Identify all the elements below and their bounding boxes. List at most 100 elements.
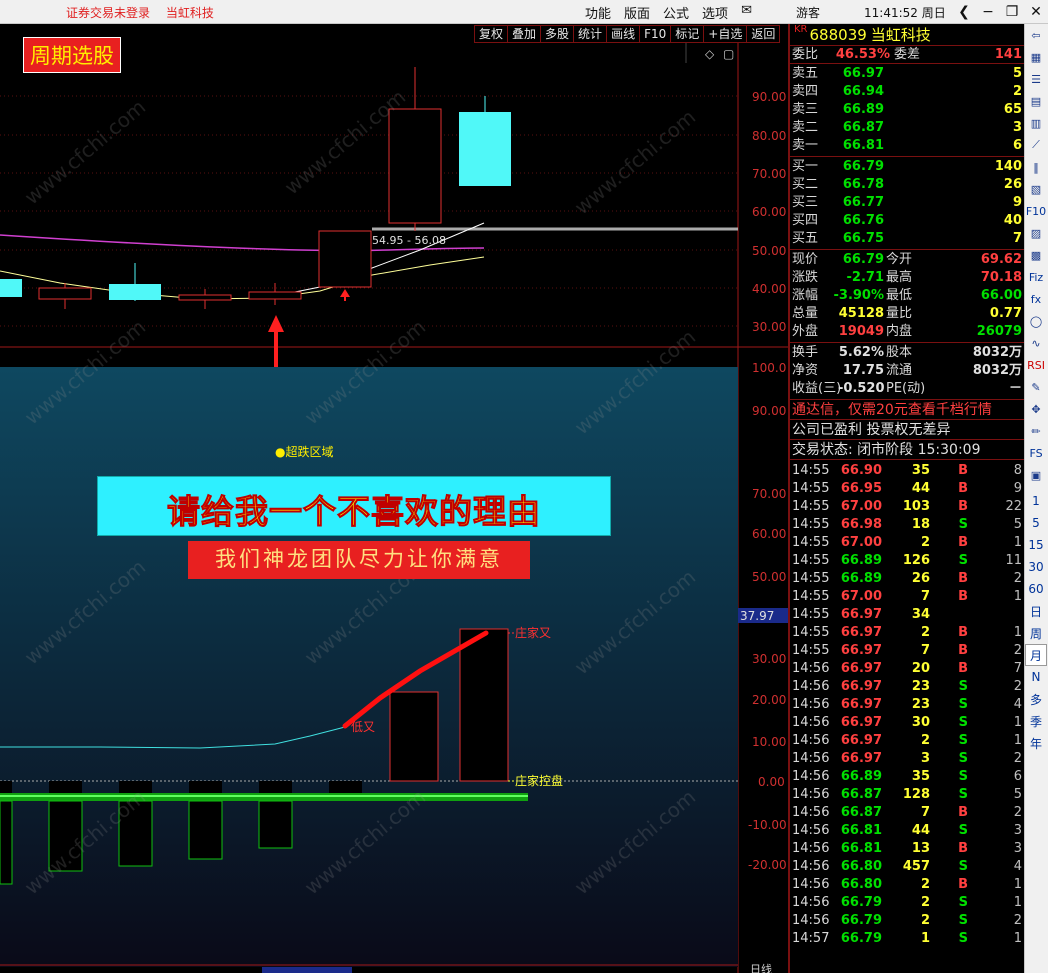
- candle-icon[interactable]: ‖: [1025, 156, 1047, 178]
- close-icon[interactable]: ✕: [1024, 0, 1048, 23]
- bid-price: 66.78: [842, 177, 884, 192]
- candle: [248, 291, 302, 300]
- tick-count: 4: [1013, 859, 1022, 874]
- bid-row[interactable]: 买三 66.77 9: [790, 194, 1024, 212]
- bid-row[interactable]: 买一 66.79 140: [790, 158, 1024, 176]
- menu-formula[interactable]: 公式: [663, 3, 689, 22]
- candle: [38, 287, 92, 300]
- line-chart-icon[interactable]: ⟋: [1025, 134, 1047, 156]
- bookmark-icon[interactable]: ▩: [1025, 244, 1047, 266]
- minimize-icon[interactable]: −: [976, 0, 1000, 23]
- tick-list[interactable]: 14:55 66.90 35 B 8 14:55 66.95 44 B 9 14:55 67.00 10…: [790, 460, 1024, 948]
- report-icon[interactable]: ▨: [1025, 222, 1047, 244]
- tick-time: 14:55: [792, 589, 830, 604]
- menu-options[interactable]: 选项: [702, 3, 728, 22]
- tick-volume: 44: [911, 823, 930, 838]
- tick-volume: 1: [920, 931, 930, 946]
- menu-layout[interactable]: 版面: [624, 3, 650, 22]
- btn-f10[interactable]: F10: [640, 25, 672, 43]
- grid-icon[interactable]: ▦: [1025, 46, 1047, 68]
- tick-volume: 2: [920, 535, 930, 550]
- table-icon[interactable]: ▧: [1025, 178, 1047, 200]
- period-年[interactable]: 年: [1025, 732, 1047, 754]
- btn-add-watchlist[interactable]: +自选: [704, 25, 748, 43]
- period-日[interactable]: 日: [1025, 600, 1047, 622]
- period-N[interactable]: N: [1025, 666, 1047, 688]
- fundamental-label: 净资: [792, 363, 819, 378]
- window-icon[interactable]: ▣: [1025, 464, 1047, 486]
- tick-side: S: [958, 679, 968, 694]
- tick-row: 14:56 66.97 30 S 1: [790, 714, 1024, 732]
- tick-count: 3: [1013, 823, 1022, 838]
- fx-icon[interactable]: fx: [1025, 288, 1047, 310]
- rsi-icon[interactable]: RSI: [1025, 354, 1047, 376]
- login-status[interactable]: 证券交易未登录: [66, 6, 150, 20]
- ask-row[interactable]: 卖四 66.94 2: [790, 83, 1024, 101]
- price-tick: 30.00: [752, 320, 786, 334]
- stat-label: 量比: [886, 306, 913, 321]
- menu-function[interactable]: 功能: [585, 3, 611, 22]
- btn-draw-line[interactable]: 画线: [607, 25, 641, 43]
- pulse-icon[interactable]: ∿: [1025, 332, 1047, 354]
- doc-icon[interactable]: ▤: [1025, 90, 1047, 112]
- fundamental-value: 17.75: [842, 363, 884, 378]
- tick-time: 14:55: [792, 571, 830, 586]
- tick-row: 14:56 66.87 128 S 5: [790, 786, 1024, 804]
- ask-row[interactable]: 卖二 66.87 3: [790, 119, 1024, 137]
- bid-row[interactable]: 买五 66.75 7: [790, 230, 1024, 248]
- period-季[interactable]: 季: [1025, 710, 1047, 732]
- circle-icon[interactable]: ◯: [1025, 310, 1047, 332]
- stat-value: 45128: [838, 306, 884, 321]
- guest-label[interactable]: 游客: [796, 4, 820, 21]
- move-icon[interactable]: ✥: [1025, 398, 1047, 420]
- ask-row[interactable]: 卖三 66.89 65: [790, 101, 1024, 119]
- fiz-icon[interactable]: Fiz: [1025, 266, 1047, 288]
- list-icon[interactable]: ☰: [1025, 68, 1047, 90]
- btn-mark[interactable]: 标记: [671, 25, 705, 43]
- tick-price: 67.00: [840, 589, 882, 604]
- ad-link[interactable]: 通达信，仅需20元查看千档行情: [790, 400, 1024, 420]
- btn-return[interactable]: 返回: [747, 25, 781, 43]
- brush-icon[interactable]: ✎: [1025, 376, 1047, 398]
- window-controls: ❮ − ❐ ✕: [952, 0, 1048, 23]
- period-30[interactable]: 30: [1025, 556, 1047, 578]
- toggle-box-icon[interactable]: ▢: [723, 47, 734, 61]
- period-月[interactable]: 月: [1025, 644, 1047, 666]
- restore-icon[interactable]: ❐: [1000, 0, 1024, 23]
- ask-row[interactable]: 卖一 66.81 6: [790, 137, 1024, 155]
- fs-icon[interactable]: FS: [1025, 442, 1047, 464]
- period-多[interactable]: 多: [1025, 688, 1047, 710]
- stock-header[interactable]: KR 688039 当虹科技: [790, 24, 1024, 46]
- tick-price: 66.89: [840, 571, 882, 586]
- pen-icon[interactable]: ✏: [1025, 420, 1047, 442]
- period-周[interactable]: 周: [1025, 622, 1047, 644]
- back-arrow-icon[interactable]: ⇦: [1025, 24, 1047, 46]
- stat-value: -3.90%: [833, 288, 885, 303]
- btn-stats[interactable]: 统计: [574, 25, 608, 43]
- stat-label: 今开: [886, 252, 913, 267]
- period-1[interactable]: 1: [1025, 490, 1047, 512]
- diamond-icon[interactable]: ◇: [705, 47, 715, 61]
- stat-label: 涨跌: [792, 270, 819, 285]
- bid-row[interactable]: 买四 66.76 40: [790, 212, 1024, 230]
- btn-overlay[interactable]: 叠加: [508, 25, 542, 43]
- tick-volume: 23: [911, 679, 930, 694]
- stat-label: 现价: [792, 252, 819, 267]
- ask-label: 卖五: [792, 66, 819, 81]
- ask-row[interactable]: 卖五 66.97 5: [790, 65, 1024, 83]
- period-5[interactable]: 5: [1025, 512, 1047, 534]
- tick-time: 14:56: [792, 679, 830, 694]
- bid-label: 买三: [792, 195, 819, 210]
- bid-row[interactable]: 买二 66.78 26: [790, 176, 1024, 194]
- f10-icon[interactable]: F10: [1025, 200, 1047, 222]
- back-icon[interactable]: ❮: [952, 0, 976, 23]
- tick-volume: 2: [920, 877, 930, 892]
- period-60[interactable]: 60: [1025, 578, 1047, 600]
- mail-icon[interactable]: ✉: [741, 3, 752, 22]
- news-icon[interactable]: ▥: [1025, 112, 1047, 134]
- btn-multi-stock[interactable]: 多股: [541, 25, 575, 43]
- tick-count: 7: [1013, 661, 1022, 676]
- period-15[interactable]: 15: [1025, 534, 1047, 556]
- tick-price: 66.98: [840, 517, 882, 532]
- btn-fuquan[interactable]: 复权: [474, 25, 509, 43]
